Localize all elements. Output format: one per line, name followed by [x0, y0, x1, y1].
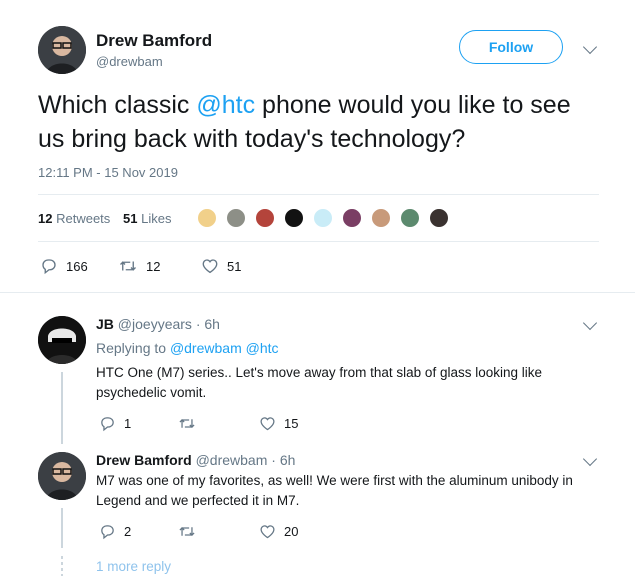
more-replies-dots: [61, 556, 63, 576]
likes-stat[interactable]: 51 Likes: [123, 211, 171, 226]
chevron-down-icon[interactable]: [582, 451, 598, 467]
reply-author-name[interactable]: JB: [96, 316, 114, 332]
liker-avatar[interactable]: [196, 207, 218, 229]
like-count: 20: [284, 524, 299, 539]
reply-author-name[interactable]: Drew Bamford: [96, 452, 192, 468]
chevron-down-icon[interactable]: [582, 315, 598, 331]
liker-avatar[interactable]: [225, 207, 247, 229]
reply-text: M7 was one of my favorites, as well! We …: [96, 473, 573, 508]
chevron-down-icon[interactable]: [582, 39, 598, 55]
more-replies-link[interactable]: 1 more reply: [96, 559, 171, 574]
tweet-timestamp[interactable]: 12:11 PM - 15 Nov 2019: [38, 165, 178, 180]
liker-avatar[interactable]: [428, 207, 450, 229]
retweet-icon: [179, 419, 195, 428]
retweet-count: 12: [146, 258, 161, 274]
liker-avatar[interactable]: [370, 207, 392, 229]
like-count: 15: [284, 416, 299, 431]
reply-icon: [101, 525, 114, 540]
reply-header: Drew Bamford @drewbam · 6h: [96, 452, 295, 468]
author-name[interactable]: Drew Bamford: [96, 31, 212, 51]
follow-button[interactable]: Follow: [459, 30, 563, 64]
reply-time[interactable]: · 6h: [271, 452, 295, 468]
liker-avatar[interactable]: [341, 207, 363, 229]
divider: [38, 241, 599, 242]
liker-avatar[interactable]: [254, 207, 276, 229]
mention-link[interactable]: @htc: [196, 91, 255, 119]
reply-icon: [101, 417, 114, 432]
reply-action[interactable]: 1: [99, 415, 131, 432]
reply-avatar[interactable]: [38, 316, 86, 364]
replying-to-label: Replying to: [96, 340, 167, 356]
reply-author-handle[interactable]: @drewbam: [196, 452, 268, 468]
liker-avatar[interactable]: [312, 207, 334, 229]
like-icon: [202, 259, 218, 274]
liker-avatar[interactable]: [283, 207, 305, 229]
replying-to-handles[interactable]: @drewbam @htc: [170, 340, 279, 356]
retweets-count: 12: [38, 211, 53, 226]
thread-line: [61, 372, 63, 444]
reply-count: 166: [66, 258, 88, 274]
reply-header: JB @joeyyears · 6h: [96, 316, 220, 332]
reply-action[interactable]: 166: [40, 257, 88, 275]
tweet-text: Which classic @htc phone would you like …: [38, 88, 598, 156]
like-icon: [260, 525, 275, 539]
likes-count: 51: [123, 211, 138, 226]
like-action[interactable]: 20: [259, 523, 298, 540]
author-handle[interactable]: @drewbam: [96, 54, 163, 69]
likes-label: Likes: [141, 211, 172, 226]
retweet-action[interactable]: [177, 415, 197, 432]
reply-count: 2: [124, 524, 132, 539]
author-avatar[interactable]: [38, 26, 86, 74]
reply-author-handle[interactable]: @joeyyears: [118, 316, 192, 332]
divider: [0, 292, 635, 293]
retweet-icon: [179, 527, 195, 536]
like-count: 51: [227, 258, 242, 274]
divider: [38, 194, 599, 195]
retweet-action[interactable]: [177, 523, 197, 540]
reply-count: 1: [124, 416, 132, 431]
reply-action[interactable]: 2: [99, 523, 131, 540]
like-action[interactable]: 51: [201, 257, 241, 275]
reply-time[interactable]: · 6h: [196, 316, 220, 332]
like-icon: [260, 417, 275, 431]
retweets-stat[interactable]: 12 Retweets: [38, 211, 110, 226]
thread-line: [61, 508, 63, 548]
liker-avatar[interactable]: [399, 207, 421, 229]
reply-text: HTC One (M7) series.. Let's move away fr…: [96, 365, 542, 400]
like-action[interactable]: 15: [259, 415, 298, 432]
reply-icon: [42, 259, 56, 275]
retweets-label: Retweets: [56, 211, 111, 226]
replying-to: Replying to @drewbam @htc: [96, 340, 279, 356]
retweet-action[interactable]: 12: [118, 257, 160, 275]
tweet-text-part: Which classic: [38, 91, 197, 119]
reply-avatar[interactable]: [38, 452, 86, 500]
retweet-icon: [120, 261, 136, 271]
